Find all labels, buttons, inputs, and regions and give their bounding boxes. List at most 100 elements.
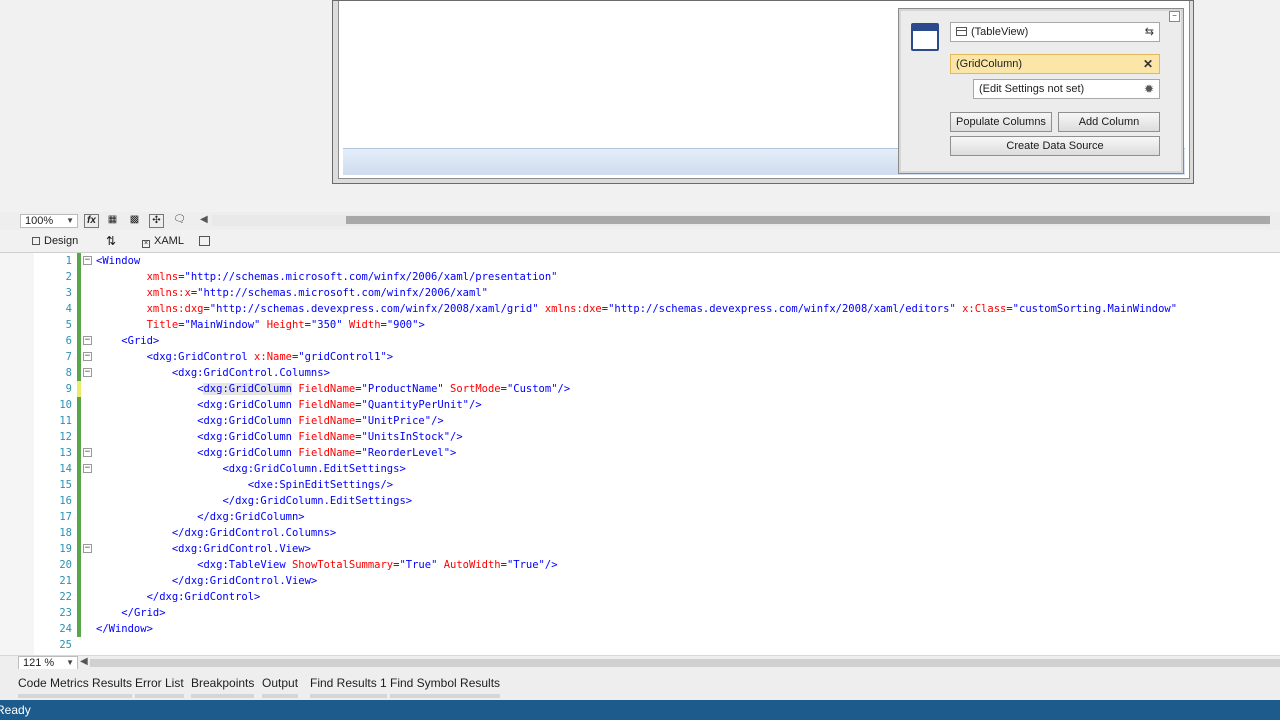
tool-tab-code-metrics[interactable]: Code Metrics Results [18, 676, 133, 698]
collapse-region-icon[interactable]: − [83, 368, 92, 377]
line-number: 17 [59, 511, 72, 523]
code-line[interactable]: 21 </dxg:GridControl.View> [0, 573, 1280, 589]
line-number: 13 [59, 447, 72, 459]
code-line[interactable]: 17 </dxg:GridColumn> [0, 509, 1280, 525]
collapse-region-icon[interactable]: − [83, 448, 92, 457]
snap-lines-icon[interactable]: ✣ [149, 214, 164, 228]
collapse-region-icon[interactable]: − [83, 464, 92, 473]
line-number: 8 [65, 367, 72, 379]
scroll-left-icon[interactable]: ◀ [200, 214, 208, 225]
scrollbar-thumb[interactable] [346, 216, 1270, 224]
editor-zoom-dropdown[interactable]: 121 % ▼ [18, 656, 78, 670]
code-line[interactable]: 8 − <dxg:GridControl.Columns> [0, 365, 1280, 381]
code-line[interactable]: 1 − <Window [0, 253, 1280, 269]
tag-token: </Window> [96, 623, 153, 635]
code-line[interactable]: 19 − <dxg:GridControl.View> [0, 541, 1280, 557]
code-line[interactable]: 22 </dxg:GridControl> [0, 589, 1280, 605]
tool-tab-find-results[interactable]: Find Results 1 [310, 676, 387, 698]
code-line[interactable]: 6 − <Grid> [0, 333, 1280, 349]
view-selector[interactable]: (TableView) ⇆ [950, 22, 1160, 42]
code-line[interactable]: 15 <dxe:SpinEditSettings/> [0, 477, 1280, 493]
attribute-token: ShowTotalSummary [291, 559, 394, 571]
tool-tab-find-symbol-results[interactable]: Find Symbol Results [390, 676, 501, 698]
code-text: </dxg:GridControl.Columns> [96, 525, 336, 541]
code-line[interactable]: 24 </Window> [0, 621, 1280, 637]
change-marker [77, 445, 81, 461]
collapse-region-icon[interactable]: − [83, 336, 92, 345]
code-line[interactable]: 11 <dxg:GridColumn FieldName="UnitPrice"… [0, 413, 1280, 429]
code-text: <dxg:GridColumn FieldName="UnitPrice"/> [96, 413, 444, 429]
designer-horizontal-scrollbar[interactable]: ◀ [200, 214, 1270, 226]
add-column-button[interactable]: Add Column [1058, 112, 1160, 132]
code-text: </Window> [96, 621, 153, 637]
swap-panes-icon[interactable]: ⇅ [106, 233, 116, 250]
tool-tab-output[interactable]: Output [262, 676, 299, 698]
table-icon [956, 27, 967, 36]
code-line[interactable]: 12 <dxg:GridColumn FieldName="UnitsInSto… [0, 429, 1280, 445]
change-marker [77, 429, 81, 445]
editor-horizontal-scrollbar[interactable]: ◀ [80, 656, 1280, 667]
annotation-icon[interactable]: 🗨 [172, 214, 187, 228]
tag-token: ="http://schemas.microsoft.com/winfx/200… [178, 271, 558, 283]
xaml-icon: × [142, 240, 150, 248]
xaml-code-editor[interactable]: 1− <Window 2 xmlns="http://schemas.microso… [0, 253, 1280, 655]
line-number: 9 [65, 383, 72, 395]
code-line[interactable]: 7 − <dxg:GridControl x:Name="gridControl1… [0, 349, 1280, 365]
code-text: <dxg:GridColumn FieldName="QuantityPerUn… [96, 397, 482, 413]
code-line[interactable]: 10 <dxg:GridColumn FieldName="QuantityPe… [0, 397, 1280, 413]
code-line[interactable]: 2 xmlns="http://schemas.microsoft.com/wi… [0, 269, 1280, 285]
tab-design[interactable]: Design [32, 233, 78, 250]
scroll-left-icon[interactable]: ◀ [80, 656, 88, 667]
code-text: <dxg:GridColumn.EditSettings> [96, 461, 405, 477]
collapse-region-icon[interactable]: − [83, 352, 92, 361]
collapse-icon[interactable]: − [1169, 11, 1180, 22]
tool-tab-breakpoints[interactable]: Breakpoints [191, 676, 255, 698]
populate-columns-button[interactable]: Populate Columns [950, 112, 1052, 132]
change-marker [77, 525, 81, 541]
code-line[interactable]: 25 [0, 637, 1280, 653]
code-line[interactable]: 13 − <dxg:GridColumn FieldName="ReorderLe… [0, 445, 1280, 461]
collapse-region-icon[interactable]: − [83, 544, 92, 553]
code-line[interactable]: 4 xmlns:dxg="http://schemas.devexpress.c… [0, 301, 1280, 317]
switch-view-icon[interactable]: ⇆ [1145, 23, 1154, 41]
code-line[interactable]: 20 <dxg:TableView ShowTotalSummary="True… [0, 557, 1280, 573]
attribute-token: FieldName [292, 383, 356, 395]
code-line[interactable]: 3 xmlns:x="http://schemas.microsoft.com/… [0, 285, 1280, 301]
code-line[interactable]: 23 </Grid> [0, 605, 1280, 621]
attribute-token: FieldName [298, 447, 356, 459]
grid-column-selector[interactable]: (GridColumn) ✕ [950, 54, 1160, 74]
fx-icon[interactable]: fx [84, 214, 99, 228]
tag-token: <dxg:GridColumn [197, 399, 299, 411]
tab-xaml[interactable]: × XAML [142, 233, 184, 250]
collapse-region-icon[interactable]: − [83, 256, 92, 265]
designer-zoom-dropdown[interactable]: 100% ▼ [20, 214, 78, 228]
code-line[interactable]: 16 </dxg:GridColumn.EditSettings> [0, 493, 1280, 509]
line-number: 5 [65, 319, 72, 331]
line-number: 22 [59, 591, 72, 603]
attribute-token: Title [146, 319, 179, 331]
tag-token: ="UnitPrice"/> [355, 415, 444, 427]
line-number: 4 [65, 303, 72, 315]
code-line[interactable]: 5 Title="MainWindow" Height="350" Width=… [0, 317, 1280, 333]
line-number: 25 [59, 639, 72, 651]
change-marker [77, 301, 81, 317]
code-line[interactable]: 18 </dxg:GridControl.Columns> [0, 525, 1280, 541]
collapse-pane-icon[interactable] [199, 236, 210, 246]
change-marker [77, 365, 81, 381]
tool-tab-error-list[interactable]: Error List [135, 676, 184, 698]
attribute-token: x:Class [962, 303, 1007, 315]
code-line[interactable]: 9 <dxg:GridColumn FieldName="ProductName… [0, 381, 1280, 397]
edit-settings-selector[interactable]: (Edit Settings not set) ✹ [973, 79, 1160, 99]
remove-column-icon[interactable]: ✕ [1143, 55, 1153, 73]
gear-icon[interactable]: ✹ [1144, 80, 1154, 98]
line-number: 16 [59, 495, 72, 507]
create-data-source-button[interactable]: Create Data Source [950, 136, 1160, 156]
grid-lines-icon[interactable]: ▦ [105, 214, 120, 228]
snap-grid-icon[interactable]: ▩ [127, 214, 142, 228]
code-line[interactable]: 14 − <dxg:GridColumn.EditSettings> [0, 461, 1280, 477]
tag-token: ="gridControl1"> [291, 351, 394, 363]
